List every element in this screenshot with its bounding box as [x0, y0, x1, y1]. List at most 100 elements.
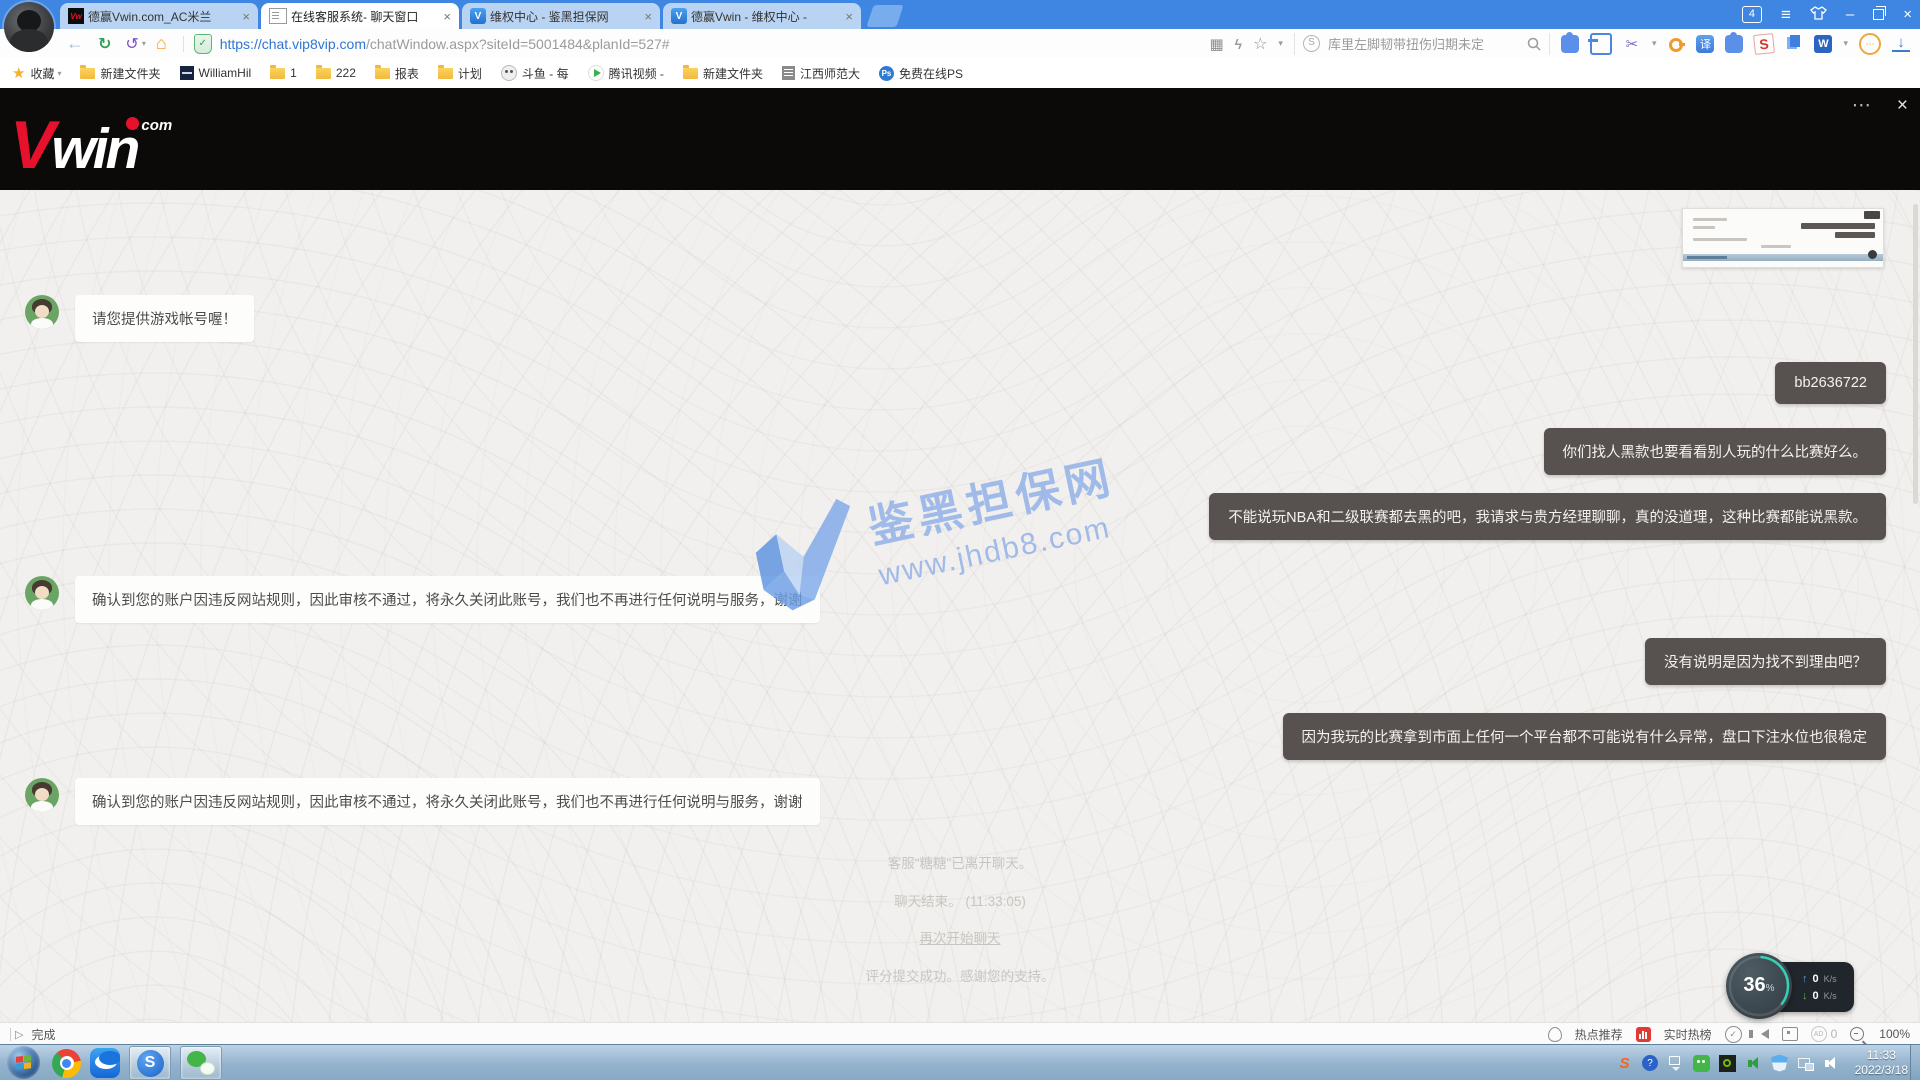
theme-skin-icon[interactable]	[1810, 6, 1827, 23]
user-message: 因为我玩的比赛拿到市面上任何一个平台都不可能说有什么异常，盘口下注水位也很稳定	[1283, 713, 1887, 760]
extension-screenshot-icon[interactable]: ✂	[1623, 35, 1641, 53]
tray-volume-icon[interactable]	[1823, 1055, 1840, 1072]
thunder-download-icon[interactable]	[90, 1048, 120, 1078]
home-button[interactable]: ⌂	[156, 33, 167, 54]
star-dropdown-icon[interactable]: ▾	[1278, 38, 1283, 49]
tray-security-shield-icon[interactable]	[1771, 1055, 1788, 1072]
mute-speaker-icon[interactable]	[1761, 1029, 1769, 1039]
restore-button[interactable]	[1873, 9, 1884, 20]
bookmarks-bar: ★ 收藏 ▾ 新建文件夹 WilliamHil 1 222 报表 计划 斗鱼 -…	[0, 58, 1920, 89]
extension-login-icon[interactable]	[1590, 33, 1612, 55]
search-icon[interactable]	[1527, 37, 1541, 51]
favorites-dropdown-icon[interactable]: ▾	[57, 69, 61, 78]
tab-close-icon[interactable]: ×	[644, 9, 652, 24]
extension-puzzle-icon[interactable]	[1561, 35, 1579, 53]
speed-ball-widget[interactable]: ↑ 0 K/s ↓ 0 K/s 36 %	[1726, 953, 1858, 1021]
bookmark-folder[interactable]: 新建文件夹	[80, 65, 160, 82]
memory-percent-ball[interactable]: 36 %	[1726, 953, 1792, 1019]
tab-weiquan-center[interactable]: V 维权中心 - 鉴黑担保网 ×	[462, 3, 660, 29]
chat-close-icon[interactable]: ×	[1897, 95, 1908, 117]
tray-sogou-icon[interactable]: S	[1616, 1055, 1633, 1072]
ad-block-counter[interactable]: AD 0	[1811, 1026, 1838, 1042]
back-button[interactable]: ←	[66, 33, 84, 54]
tray-wechat-icon[interactable]	[1693, 1055, 1710, 1072]
new-tab-button[interactable]	[866, 5, 903, 27]
menu-icon[interactable]: ≡	[1781, 7, 1791, 22]
extension-translate-icon[interactable]: 译	[1696, 35, 1714, 53]
search-engine-icon[interactable]: S	[1303, 35, 1320, 52]
tencent-video-icon	[588, 65, 604, 81]
bookmark-jxnu[interactable]: 江西师范大	[782, 65, 860, 82]
extension-more-dots-icon[interactable]: ⋯	[1859, 33, 1881, 55]
system-message-rating-submitted: 评分提交成功。感谢您的支持。	[0, 965, 1920, 985]
bookmark-folder[interactable]: 新建文件夹	[683, 65, 763, 82]
word-dropdown-icon[interactable]: ▾	[1843, 38, 1848, 49]
sogou-browser-task-button[interactable]: S	[129, 1046, 171, 1080]
zoom-level[interactable]: 100%	[1879, 1027, 1910, 1041]
tray-audio-manager-icon[interactable]	[1745, 1055, 1762, 1072]
folder-icon	[270, 68, 285, 79]
browser-profile-avatar[interactable]	[4, 2, 54, 52]
security-check-icon[interactable]: ✓	[1725, 1026, 1742, 1043]
bookmark-douyu[interactable]: 斗鱼 - 每	[501, 65, 569, 82]
search-input[interactable]: 库里左脚韧带扭伤归期未定	[1328, 34, 1519, 53]
trending-toggle[interactable]: 实时热榜	[1664, 1026, 1712, 1043]
extension-puzzle-icon[interactable]	[1725, 35, 1743, 53]
site-security-shield-icon[interactable]: ✓	[194, 34, 212, 54]
bookmark-label: 计划	[458, 65, 482, 82]
tray-expand-icon[interactable]	[1667, 1055, 1684, 1072]
show-desktop-button[interactable]	[1910, 1045, 1920, 1080]
tab-close-icon[interactable]: ×	[845, 9, 853, 24]
windows-flag-icon	[16, 1055, 31, 1070]
tab-close-icon[interactable]: ×	[443, 9, 451, 24]
bookmark-folder[interactable]: 报表	[375, 65, 419, 82]
bookmark-tencent-video[interactable]: 腾讯视频 -	[588, 65, 664, 82]
undo-dropdown-icon[interactable]: ▾	[142, 39, 146, 48]
bookmark-online-ps[interactable]: Ps免费在线PS	[879, 65, 963, 82]
tab-vwin-ac-milan[interactable]: Vw 德赢Vwin.com_AC米兰 ×	[60, 3, 258, 29]
user-message: 没有说明是因为找不到理由吧？	[1645, 638, 1886, 685]
accelerator-lightning-icon[interactable]: ϟ	[1235, 36, 1242, 52]
bookmark-folder[interactable]: 计划	[438, 65, 482, 82]
address-bar[interactable]: https://chat.vip8vip.com/chatWindow.aspx…	[220, 36, 670, 52]
start-button[interactable]	[7, 1046, 40, 1079]
screenshot-dropdown-icon[interactable]: ▾	[1652, 38, 1657, 49]
undo-button[interactable]: ↺	[125, 34, 138, 54]
tab-close-icon[interactable]: ×	[242, 9, 250, 24]
extension-stamp-icon[interactable]: S	[1753, 33, 1775, 55]
chat-screenshot-thumbnail[interactable]	[1682, 208, 1884, 268]
extension-pages-icon[interactable]	[1785, 35, 1803, 53]
extension-word-icon[interactable]: W	[1814, 35, 1832, 53]
restart-chat-link[interactable]: 再次开始聊天	[0, 927, 1920, 947]
extension-password-key-icon[interactable]	[1667, 35, 1685, 53]
download-manager-icon[interactable]: ↓	[1892, 35, 1910, 52]
bookmark-label: 报表	[395, 65, 419, 82]
qr-code-icon[interactable]: ▦	[1209, 35, 1223, 53]
tray-help-icon[interactable]: ?	[1642, 1055, 1658, 1071]
tray-network-icon[interactable]	[1797, 1055, 1814, 1072]
browser-toolbar: ← ↻ ↺ ▾ ⌂ ✓ https://chat.vip8vip.com/cha…	[0, 29, 1920, 59]
close-window-button[interactable]: ×	[1903, 7, 1912, 22]
bookmark-label: 免费在线PS	[899, 65, 963, 82]
favorites-menu[interactable]: ★ 收藏 ▾	[12, 64, 61, 82]
tab-count-badge[interactable]: 4	[1742, 6, 1762, 23]
agent-avatar	[25, 295, 59, 329]
repair-kit-icon[interactable]	[1782, 1027, 1798, 1041]
bookmark-folder[interactable]: 1	[270, 66, 297, 80]
refresh-button[interactable]: ↻	[98, 34, 111, 54]
wechat-task-button[interactable]	[180, 1046, 222, 1080]
bookmark-star-icon[interactable]: ☆	[1253, 34, 1267, 54]
chat-more-icon[interactable]: ⋯	[1852, 94, 1871, 117]
hot-recommend-toggle[interactable]: 热点推荐	[1575, 1026, 1623, 1043]
tab-vwin-weiquan[interactable]: V 德赢Vwin - 维权中心 - ×	[663, 3, 861, 29]
search-box[interactable]: S 库里左脚韧带扭伤归期未定	[1294, 33, 1550, 55]
bookmark-williamhill[interactable]: WilliamHil	[180, 66, 252, 80]
minimize-button[interactable]: –	[1846, 7, 1854, 22]
zoom-icon[interactable]	[1850, 1027, 1864, 1041]
bookmark-folder[interactable]: 222	[316, 66, 356, 80]
tray-nvidia-icon[interactable]	[1719, 1055, 1736, 1072]
chrome-icon[interactable]	[52, 1049, 81, 1078]
chat-scrollbar[interactable]	[1913, 204, 1918, 504]
tab-chat-window-active[interactable]: 在线客服系统- 聊天窗口 ×	[261, 3, 459, 29]
taskbar-clock[interactable]: 11:33 2022/3/18	[1855, 1048, 1908, 1078]
